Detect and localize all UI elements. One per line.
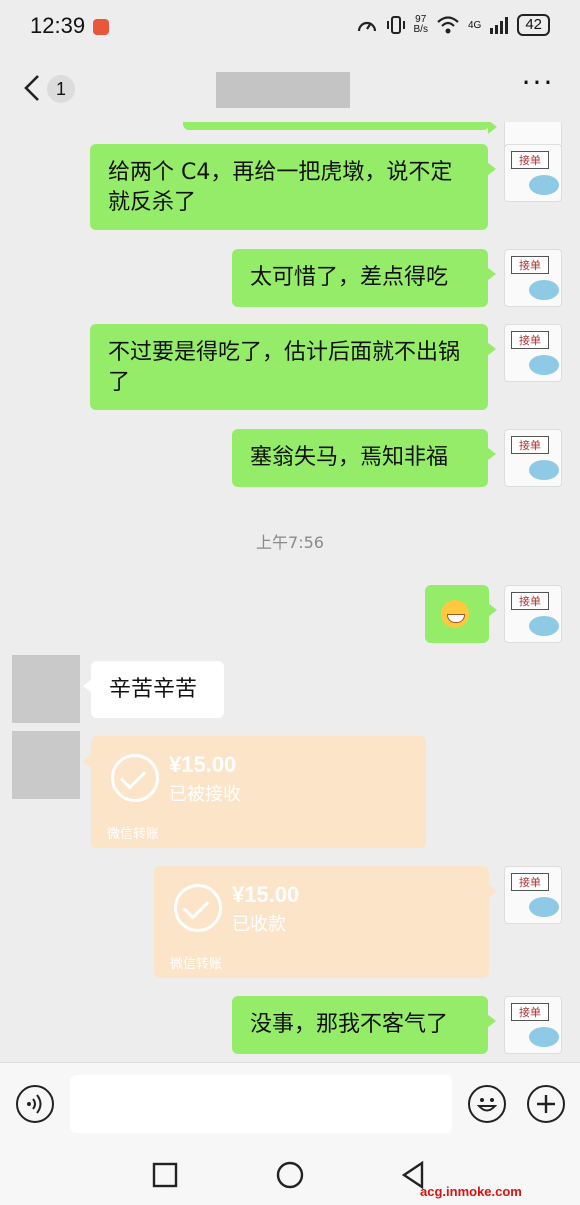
recent-apps-icon[interactable]	[152, 1162, 178, 1188]
notification-app-icon	[93, 19, 109, 35]
grinning-face-icon	[441, 600, 469, 628]
voice-input-button[interactable]	[16, 1085, 54, 1123]
checkmark-circle-icon	[174, 884, 222, 932]
smiley-icon	[476, 1098, 498, 1112]
avatar-fish-icon	[529, 1027, 559, 1047]
voice-icon	[27, 1094, 42, 1114]
signal-icon	[490, 17, 509, 34]
avatar-fish-icon	[529, 355, 559, 375]
message-bubble[interactable]: 没事，那我不客气了	[232, 996, 496, 1054]
avatar-fish-icon	[529, 460, 559, 480]
status-time: 12:39	[30, 13, 86, 38]
transfer-amount: ¥15.00	[169, 752, 237, 777]
network-type: 4G	[467, 19, 482, 31]
avatar-sign-label: 接单	[511, 1003, 549, 1021]
status-bar: 12:39 97 B/s 4G 42	[0, 0, 580, 56]
checkmark-circle-icon	[111, 754, 159, 802]
emoji-button[interactable]	[468, 1085, 506, 1123]
message-bubble[interactable]: 塞翁失马，焉知非福	[232, 429, 496, 487]
avatar-sign-label: 接单	[511, 151, 549, 169]
my-avatar[interactable]: 接单	[504, 324, 562, 382]
my-avatar[interactable]: 接单	[504, 866, 562, 924]
avatar-fish-icon	[529, 897, 559, 917]
back-arrow-icon[interactable]	[20, 73, 44, 103]
transfer-status: 已收款	[232, 914, 286, 935]
my-avatar[interactable]: 接单	[504, 996, 562, 1054]
contact-avatar-redacted[interactable]	[12, 655, 80, 723]
my-avatar[interactable]: 接单	[504, 249, 562, 307]
input-bar	[0, 1062, 580, 1145]
chat-title-redacted	[216, 72, 350, 108]
my-avatar[interactable]: 接单	[504, 144, 562, 202]
my-avatar[interactable]: 接单	[504, 585, 562, 643]
message-timestamp: 上午7:56	[256, 533, 324, 552]
message-bubble-clipped	[183, 122, 497, 134]
avatar-sign-label: 接单	[511, 873, 549, 891]
transfer-card-sent[interactable]: ¥15.00 已收款 微信转账	[154, 866, 497, 978]
avatar-fish-icon	[529, 280, 559, 300]
emoji-message-bubble[interactable]	[425, 585, 497, 643]
net-speed: 97 B/s	[413, 14, 428, 35]
transfer-footer: 微信转账	[107, 827, 160, 842]
transfer-footer: 微信转账	[170, 957, 223, 972]
watermark-text: acg.inmoke.com	[420, 1184, 522, 1199]
message-input[interactable]	[70, 1075, 452, 1133]
transfer-amount: ¥15.00	[232, 882, 300, 907]
plus-icon	[537, 1095, 555, 1113]
chat-header: 1 ···	[0, 56, 580, 122]
message-list[interactable]: 给两个 C4，再给一把虎墩，说不定就反杀了 接单 太可惜了，差点得吃 接单 不过…	[0, 122, 580, 1062]
transfer-card-received[interactable]: ¥15.00 已被接收 微信转账	[83, 736, 426, 848]
message-bubble[interactable]: 太可惜了，差点得吃	[232, 249, 496, 307]
unread-count-badge[interactable]: 1	[47, 75, 75, 103]
message-bubble[interactable]: 给两个 C4，再给一把虎墩，说不定就反杀了	[90, 144, 496, 230]
home-icon[interactable]	[276, 1161, 304, 1189]
message-bubble[interactable]: 不过要是得吃了，估计后面就不出锅了	[90, 324, 496, 410]
vibrate-icon	[386, 16, 405, 34]
message-bubble[interactable]: 辛苦辛苦	[83, 661, 224, 718]
contact-avatar-redacted[interactable]	[12, 731, 80, 799]
avatar-fish-icon	[529, 616, 559, 636]
avatar-sign-label: 接单	[511, 592, 549, 610]
transfer-status: 已被接收	[169, 784, 241, 805]
avatar-fish-icon	[529, 175, 559, 195]
battery-icon: 42	[517, 14, 550, 36]
add-more-button[interactable]	[527, 1085, 565, 1123]
speed-gauge-icon	[357, 21, 376, 32]
wifi-icon	[437, 16, 459, 34]
my-avatar[interactable]: 接单	[504, 429, 562, 487]
avatar-sign-label: 接单	[511, 331, 549, 349]
more-options-icon[interactable]: ···	[520, 69, 556, 102]
avatar-sign-label: 接单	[511, 436, 549, 454]
status-indicators: 97 B/s 4G 42	[356, 14, 550, 36]
avatar-sign-label: 接单	[511, 256, 549, 274]
